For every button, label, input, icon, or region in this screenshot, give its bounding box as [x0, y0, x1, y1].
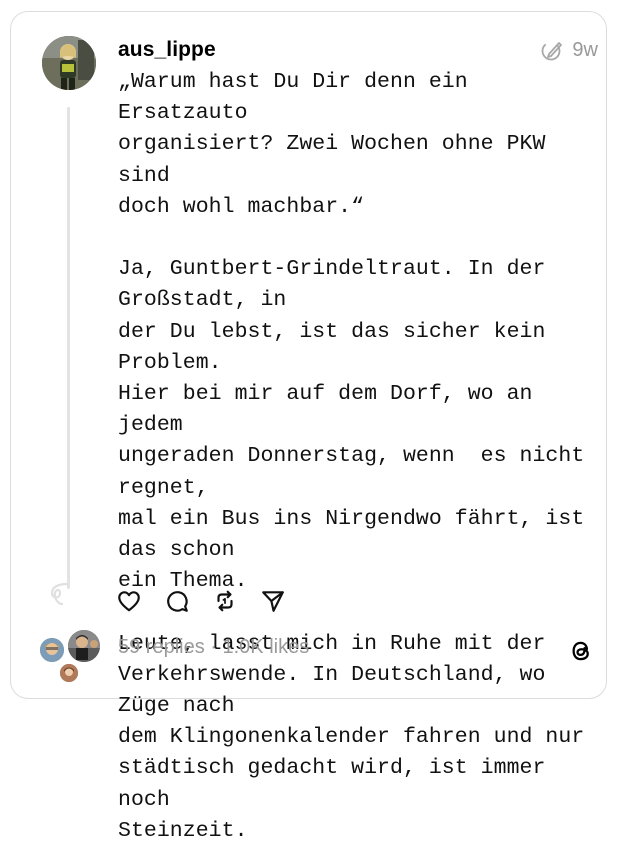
edited-icon	[542, 41, 563, 61]
repost-button[interactable]	[212, 588, 238, 614]
thread-loop-icon	[50, 582, 69, 606]
thread-line	[67, 107, 70, 589]
comment-button[interactable]	[164, 588, 190, 614]
heart-icon	[118, 591, 140, 612]
replier-avatars	[36, 628, 106, 686]
like-button[interactable]	[116, 588, 142, 614]
replier-avatar[interactable]	[58, 662, 80, 684]
threads-logo-icon[interactable]	[568, 638, 594, 664]
author-username[interactable]: aus_lippe	[118, 37, 216, 63]
post-body: „Warum hast Du Dir denn ein Ersatzauto o…	[118, 70, 585, 843]
replier-avatar[interactable]	[38, 636, 66, 664]
share-button[interactable]	[260, 588, 286, 614]
post-time[interactable]: 9w	[572, 37, 598, 63]
post-meta: 9w	[540, 37, 598, 63]
action-bar	[116, 588, 286, 614]
share-icon	[262, 591, 284, 612]
repost-icon	[217, 590, 233, 612]
post-stats[interactable]: 59 replies · 1.0K likes	[118, 634, 309, 660]
comment-icon	[167, 591, 188, 612]
author-avatar[interactable]	[42, 36, 96, 90]
replier-avatar[interactable]	[66, 628, 102, 664]
